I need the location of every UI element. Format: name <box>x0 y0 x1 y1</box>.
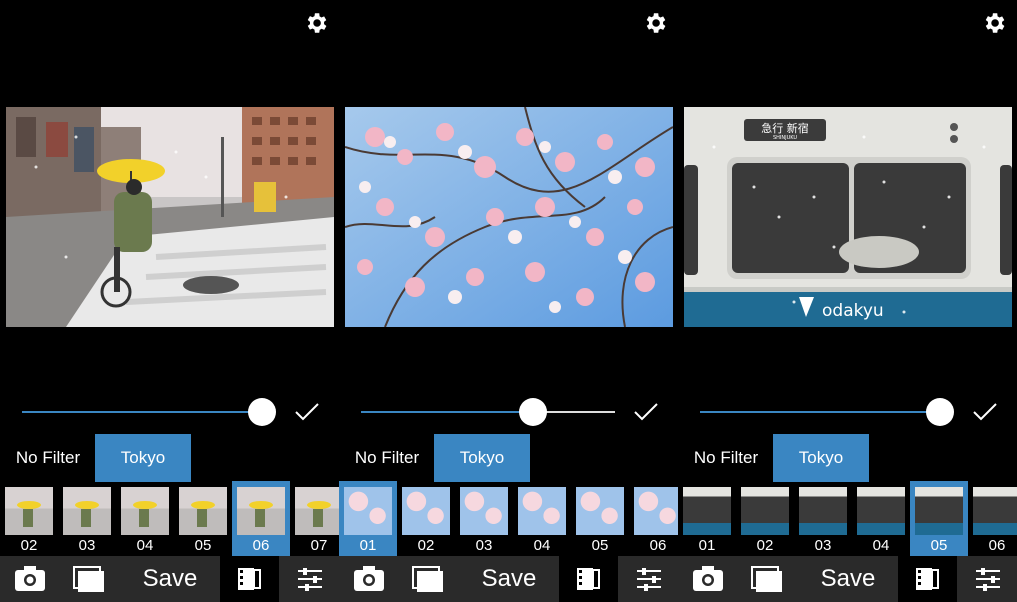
tab-tokyo[interactable]: Tokyo <box>434 434 530 482</box>
thumbnail[interactable]: 03 <box>455 481 513 556</box>
film-icon <box>577 568 600 590</box>
save-button[interactable]: Save <box>469 556 549 602</box>
tab-no-filter[interactable]: No Filter <box>349 434 425 482</box>
thumbnail[interactable]: 06 <box>629 481 678 556</box>
save-button[interactable]: Save <box>130 556 210 602</box>
thumbnail[interactable]: 04 <box>852 481 910 556</box>
train-brand: odakyu <box>822 301 884 321</box>
slider-fill <box>700 411 940 413</box>
layers-icon[interactable] <box>70 556 110 602</box>
save-button[interactable]: Save <box>808 556 888 602</box>
film-tab[interactable] <box>559 556 618 602</box>
filter-tabs: No Filter Tokyo <box>678 434 1017 482</box>
sliders-icon[interactable] <box>629 556 669 602</box>
filter-thumbnail-strip: 02 03 04 05 06 07 <box>0 481 339 556</box>
camera-icon[interactable] <box>349 556 389 602</box>
thumbnail[interactable]: 05 <box>571 481 629 556</box>
check-icon[interactable] <box>633 400 659 424</box>
editor-panel-3: 急行 新宿 SHINJUKU odakyu No Filter Tokyo 01… <box>678 0 1017 602</box>
editor-panel-1: No Filter Tokyo 02 03 04 05 06 07 Save <box>0 0 339 602</box>
thumbnail[interactable]: 02 <box>397 481 455 556</box>
photo-snow-street <box>6 107 334 327</box>
intensity-slider[interactable] <box>700 398 1000 426</box>
film-tab[interactable] <box>898 556 957 602</box>
tab-tokyo[interactable]: Tokyo <box>95 434 191 482</box>
layers-icon[interactable] <box>748 556 788 602</box>
tab-no-filter[interactable]: No Filter <box>10 434 86 482</box>
bottom-toolbar: Save <box>339 556 678 602</box>
bottom-toolbar: Save <box>0 556 339 602</box>
filter-thumbnail-strip: 01 02 03 04 05 06 <box>339 481 678 556</box>
check-icon[interactable] <box>294 400 320 424</box>
thumbnail[interactable]: 03 <box>794 481 852 556</box>
thumbnail[interactable]: 06 <box>968 481 1017 556</box>
thumbnail[interactable]: 03 <box>58 481 116 556</box>
thumbnail[interactable]: 02 <box>0 481 58 556</box>
thumbnail[interactable]: 01 <box>678 481 736 556</box>
tab-tokyo[interactable]: Tokyo <box>773 434 869 482</box>
thumbnail-selected[interactable]: 06 <box>232 481 290 556</box>
slider-fill <box>361 411 533 413</box>
slider-fill <box>22 411 262 413</box>
slider-knob[interactable] <box>248 398 276 426</box>
filter-tabs: No Filter Tokyo <box>0 434 339 482</box>
thumbnail[interactable]: 04 <box>513 481 571 556</box>
gear-icon[interactable] <box>981 10 1007 36</box>
film-icon <box>916 568 939 590</box>
camera-icon[interactable] <box>688 556 728 602</box>
thumbnail[interactable]: 04 <box>116 481 174 556</box>
thumbnail-selected[interactable]: 01 <box>339 481 397 556</box>
gear-icon[interactable] <box>642 10 668 36</box>
thumbnail[interactable]: 07 <box>290 481 339 556</box>
intensity-slider[interactable] <box>22 398 322 426</box>
bottom-toolbar: Save <box>678 556 1017 602</box>
thumbnail-selected[interactable]: 05 <box>910 481 968 556</box>
filter-thumbnail-strip: 01 02 03 04 05 06 <box>678 481 1017 556</box>
editor-panel-2: No Filter Tokyo 01 02 03 04 05 06 Save <box>339 0 678 602</box>
photo-odakyu-train: 急行 新宿 SHINJUKU odakyu <box>684 107 1012 327</box>
film-icon <box>238 568 261 590</box>
slider-knob[interactable] <box>926 398 954 426</box>
train-sign: 急行 新宿 <box>761 121 809 135</box>
check-icon[interactable] <box>972 400 998 424</box>
slider-knob[interactable] <box>519 398 547 426</box>
tab-no-filter[interactable]: No Filter <box>688 434 764 482</box>
film-tab[interactable] <box>220 556 279 602</box>
sliders-icon[interactable] <box>968 556 1008 602</box>
photo-cherry-blossom <box>345 107 673 327</box>
filter-tabs: No Filter Tokyo <box>339 434 678 482</box>
gear-icon[interactable] <box>303 10 329 36</box>
intensity-slider[interactable] <box>361 398 661 426</box>
thumbnail[interactable]: 02 <box>736 481 794 556</box>
sliders-icon[interactable] <box>290 556 330 602</box>
thumbnail[interactable]: 05 <box>174 481 232 556</box>
layers-icon[interactable] <box>409 556 449 602</box>
camera-icon[interactable] <box>10 556 50 602</box>
train-sign-sub: SHINJUKU <box>773 135 797 141</box>
